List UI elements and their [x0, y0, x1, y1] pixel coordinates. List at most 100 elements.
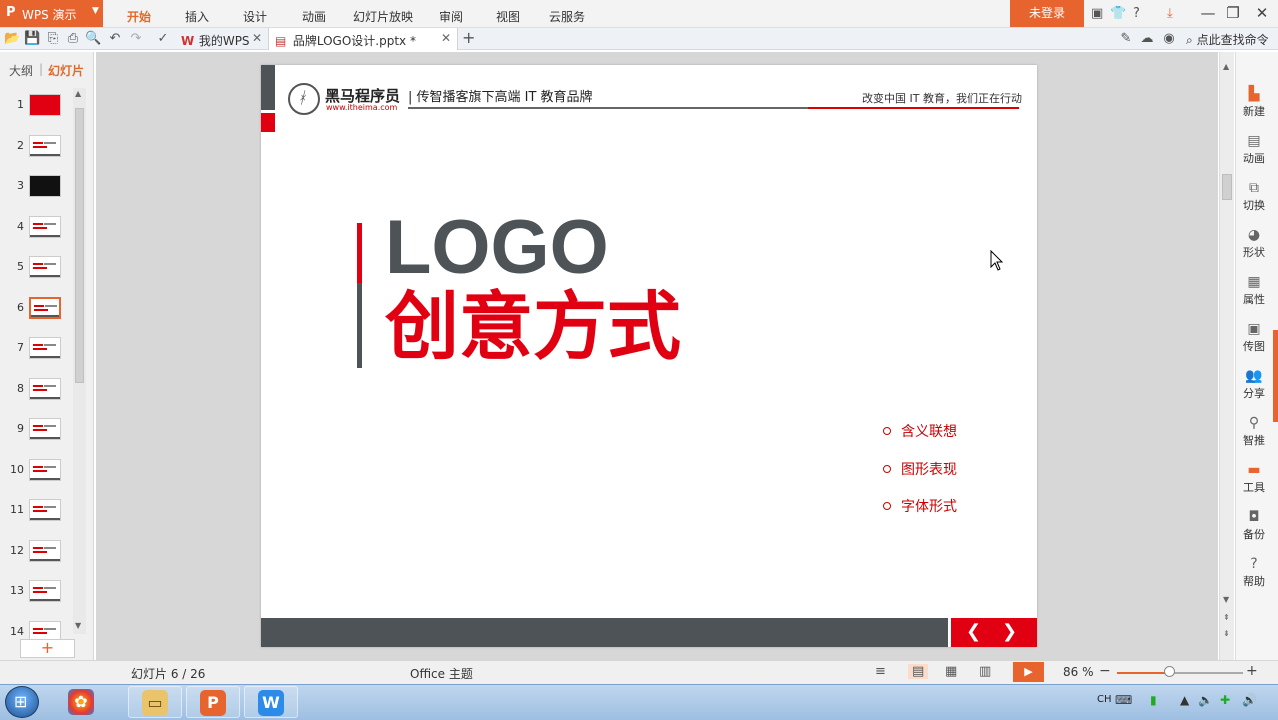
- slide-thumbnail[interactable]: [29, 377, 61, 400]
- customize-icon[interactable]: ✓: [155, 31, 171, 46]
- slide-thumbnail[interactable]: [29, 458, 61, 481]
- wps-app-menu-button[interactable]: P WPS 演示 ▼: [0, 0, 103, 27]
- chevron-left-icon[interactable]: ❮: [966, 621, 981, 642]
- download-icon[interactable]: ⤓: [1167, 6, 1173, 21]
- canvas-scrollbar[interactable]: ▲ ▼ ⇞ ⇟: [1219, 52, 1234, 660]
- next-slide-icon[interactable]: ⇟: [1223, 629, 1230, 638]
- menu-animation[interactable]: 动画: [302, 8, 326, 25]
- login-button[interactable]: 未登录: [1010, 0, 1084, 27]
- slide[interactable]: ᚼ 黑马程序员 www.itheima.com | 传智播客旗下高端 IT 教育…: [261, 65, 1037, 647]
- normal-view-icon[interactable]: ▤: [908, 664, 929, 679]
- menu-home[interactable]: 开始: [127, 8, 151, 25]
- network-icon[interactable]: ✚: [1220, 693, 1230, 707]
- minimize-icon[interactable]: —: [1198, 4, 1218, 22]
- tab-outline[interactable]: 大纲: [9, 62, 33, 79]
- tab-document[interactable]: ▤ 品牌LOGO设计.pptx * ✕: [268, 28, 458, 50]
- menu-design[interactable]: 设计: [243, 8, 267, 25]
- scroll-thumb[interactable]: [75, 108, 84, 383]
- print-icon[interactable]: ⎙: [65, 31, 81, 46]
- save-icon[interactable]: 💾: [24, 31, 40, 46]
- close-icon[interactable]: ✕: [1252, 4, 1272, 22]
- slide-thumbnail[interactable]: [29, 94, 61, 116]
- sidebar-item-upload-image[interactable]: ▣ 传图: [1236, 321, 1272, 354]
- scroll-up-icon[interactable]: ▲: [75, 89, 81, 98]
- menu-review[interactable]: 审阅: [439, 8, 463, 25]
- sidebar-item-toolbox[interactable]: ▬ 工具: [1236, 462, 1272, 495]
- tab-slides[interactable]: 幻灯片: [48, 62, 84, 79]
- start-button[interactable]: ⊞: [5, 686, 39, 718]
- speaker-icon[interactable]: 🔊: [1242, 693, 1257, 707]
- redo-icon[interactable]: ↷: [128, 31, 144, 46]
- scroll-up-icon[interactable]: ▲: [1223, 62, 1229, 71]
- tab-my-wps[interactable]: W 我的WPS ✕: [175, 28, 268, 50]
- sidebar-item-backup[interactable]: ◘ 备份: [1236, 509, 1272, 542]
- slide-thumbnail[interactable]: [29, 539, 61, 562]
- theme-name[interactable]: Office 主题: [410, 665, 473, 682]
- menu-insert[interactable]: 插入: [185, 8, 209, 25]
- sidebar-item-shape[interactable]: ◕ 形状: [1236, 227, 1272, 260]
- slide-thumbnail[interactable]: [29, 499, 61, 521]
- slide-thumbnail[interactable]: [29, 134, 61, 157]
- scroll-down-icon[interactable]: ▼: [75, 621, 81, 630]
- slide-thumbnail[interactable]: [29, 580, 61, 602]
- sidebar-item-recommend[interactable]: ⚲ 智推: [1236, 415, 1272, 448]
- slide-thumbnail[interactable]: [29, 296, 61, 319]
- chevron-right-icon[interactable]: ❯: [1002, 621, 1017, 642]
- zoom-slider-handle[interactable]: [1164, 666, 1175, 677]
- slide-sorter-icon[interactable]: ▦: [945, 664, 957, 679]
- volume-icon[interactable]: 🔈: [1198, 693, 1213, 707]
- print-preview-icon[interactable]: 🔍: [85, 31, 101, 46]
- slide-thumbnail[interactable]: [29, 337, 61, 359]
- help-menu-icon[interactable]: ?: [1133, 6, 1140, 21]
- zoom-slider-track[interactable]: [1117, 672, 1243, 674]
- zoom-in-button[interactable]: +: [1246, 663, 1258, 679]
- notes-icon[interactable]: ≡: [875, 664, 886, 679]
- zoom-level[interactable]: 86 %: [1063, 665, 1094, 679]
- menu-slideshow[interactable]: 幻灯片放映: [353, 8, 413, 25]
- cloud-icon[interactable]: ☁: [1139, 31, 1155, 46]
- keyboard-icon[interactable]: ⌨: [1115, 693, 1132, 707]
- backup-icon: ◘: [1248, 509, 1260, 525]
- taskbar-app-explorer[interactable]: ▭: [128, 686, 182, 718]
- reading-view-icon[interactable]: ▥: [979, 664, 991, 679]
- sidebar-item-properties[interactable]: ▦ 属性: [1236, 274, 1272, 307]
- slide-thumbnail[interactable]: [29, 175, 61, 197]
- sidebar-item-transition[interactable]: ⧉ 切换: [1236, 180, 1272, 213]
- prev-slide-icon[interactable]: ⇞: [1223, 613, 1230, 622]
- save-as-icon[interactable]: ⎘: [45, 31, 61, 46]
- add-slide-button[interactable]: +: [20, 639, 75, 658]
- sidebar-item-share[interactable]: 👥 分享: [1236, 368, 1272, 401]
- undo-icon[interactable]: ↶: [107, 31, 123, 46]
- scroll-down-icon[interactable]: ▼: [1223, 595, 1229, 604]
- restore-icon[interactable]: ❐: [1223, 4, 1243, 22]
- command-search[interactable]: ⌕ 点此查找命令: [1186, 31, 1269, 48]
- tray-expand-icon[interactable]: ▲: [1180, 693, 1189, 707]
- menu-view[interactable]: 视图: [496, 8, 520, 25]
- taskbar-app[interactable]: ✿: [54, 686, 108, 718]
- new-tab-icon[interactable]: +: [462, 28, 475, 47]
- sidebar-item-help[interactable]: ? 帮助: [1236, 556, 1272, 589]
- scroll-thumb[interactable]: [1222, 174, 1232, 200]
- brush-icon[interactable]: ✎: [1118, 31, 1134, 46]
- close-tab-icon[interactable]: ✕: [441, 31, 451, 45]
- open-folder-icon[interactable]: 📂: [4, 31, 20, 46]
- skin-icon[interactable]: ▣: [1091, 6, 1103, 21]
- sidebar-item-animation[interactable]: ▤ 动画: [1236, 133, 1272, 166]
- input-language[interactable]: CH: [1097, 694, 1112, 705]
- slide-thumbnail[interactable]: [29, 256, 61, 278]
- slide-thumbnail[interactable]: [29, 215, 61, 238]
- battery-icon[interactable]: ▮: [1150, 693, 1157, 707]
- taskbar-app-wps-presentation[interactable]: P: [186, 686, 240, 718]
- close-tab-icon[interactable]: ✕: [252, 31, 262, 45]
- zoom-out-button[interactable]: −: [1099, 663, 1111, 679]
- slides-scrollbar[interactable]: ▲ ▼: [73, 88, 86, 634]
- shirt-icon[interactable]: 👕: [1110, 6, 1126, 21]
- menu-cloud[interactable]: 云服务: [549, 8, 585, 25]
- sidebar-item-new-file[interactable]: ▙ 新建: [1236, 86, 1272, 119]
- eye-icon[interactable]: ◉: [1161, 31, 1177, 46]
- thumbnail-number: 14: [10, 624, 24, 638]
- sidebar-collapse-handle[interactable]: [1273, 330, 1278, 422]
- taskbar-app-wps-writer[interactable]: W: [244, 686, 298, 718]
- play-slideshow-button[interactable]: ▶: [1013, 662, 1044, 682]
- slide-thumbnail[interactable]: [29, 418, 61, 440]
